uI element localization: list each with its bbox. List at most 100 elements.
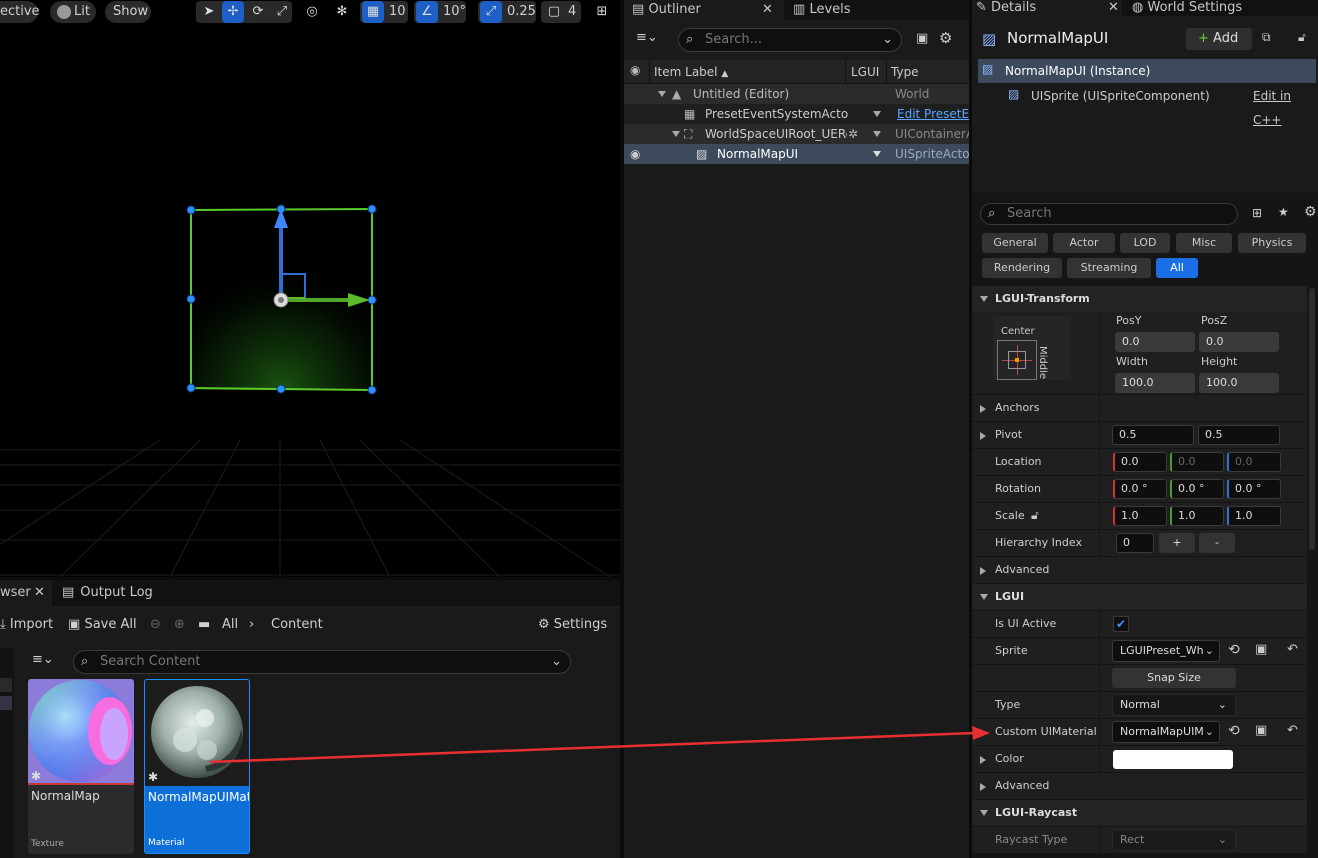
column-item-label[interactable]: Item Label ▲ xyxy=(654,60,728,86)
history-back-icon[interactable]: ⊖ xyxy=(150,610,161,640)
posz-field[interactable]: 0.0 xyxy=(1199,332,1279,352)
details-scrollbar[interactable] xyxy=(1309,288,1315,550)
outliner-row-world[interactable]: ▲ Untitled (Editor) World xyxy=(624,84,969,104)
column-lgui[interactable]: LGUI xyxy=(851,60,879,84)
filter-lod[interactable]: LOD xyxy=(1120,233,1170,253)
rotate-mode-icon[interactable]: ⟳ xyxy=(247,1,269,23)
show-button[interactable]: Show xyxy=(105,1,151,23)
add-component-button[interactable]: + Add xyxy=(1186,28,1252,50)
asset-tile-normalmap[interactable]: ✱ NormalMap Texture xyxy=(28,679,134,854)
gear-icon[interactable]: ⚙ xyxy=(1304,204,1317,220)
breadcrumb-content[interactable]: Content xyxy=(271,610,323,640)
rotation-y-field[interactable]: 0.0 ° xyxy=(1170,479,1224,499)
section-lgui[interactable]: LGUI xyxy=(972,584,1307,610)
snap-size-button[interactable]: Snap Size xyxy=(1112,668,1236,688)
scale-mode-icon[interactable]: ⤢ xyxy=(271,1,293,23)
reset-to-default-icon[interactable]: ↶ xyxy=(1287,723,1298,738)
camera-speed-icon[interactable]: ▢ xyxy=(543,1,565,23)
viewport-layout-icon[interactable]: ⊞ xyxy=(591,1,613,23)
rotation-snap-value[interactable]: 10° xyxy=(443,1,466,23)
folder-icon[interactable]: ▬ xyxy=(198,610,210,640)
outliner-row-worldspace-ui-root[interactable]: ⛶ WorldSpaceUIRoot_UERe ✲ UIContainerA xyxy=(624,124,969,144)
history-forward-icon[interactable]: ⊕ xyxy=(174,610,185,640)
close-tab-icon[interactable]: ✕ xyxy=(762,0,773,20)
filter-all[interactable]: All xyxy=(1156,258,1198,278)
filter-rendering[interactable]: Rendering xyxy=(982,258,1062,278)
edit-in-cpp-link[interactable]: Edit in C++ xyxy=(1253,84,1316,132)
scale-snap-value[interactable]: 0.25 xyxy=(507,1,536,23)
hierarchy-index-field[interactable]: 0 xyxy=(1116,533,1154,553)
rotation-snap-icon[interactable]: ∠ xyxy=(416,1,438,23)
breadcrumb-all[interactable]: All xyxy=(222,610,238,640)
hierarchy-increment-button[interactable]: + xyxy=(1159,533,1195,553)
filter-physics[interactable]: Physics xyxy=(1238,233,1306,253)
location-z-field[interactable]: 0.0 xyxy=(1227,452,1281,472)
content-search-input[interactable]: ⌕ Search Content ⌄ xyxy=(73,650,571,674)
scale-snap-icon[interactable]: ⤢ xyxy=(480,1,502,23)
row-lgui-advanced[interactable]: Advanced xyxy=(972,772,1307,799)
component-row-uisprite[interactable]: ▨ UISprite (UISpriteComponent) Edit in C… xyxy=(978,84,1316,127)
pivot-x-field[interactable]: 0.5 xyxy=(1112,425,1194,445)
filter-icon[interactable]: ≡⌄ xyxy=(636,30,658,45)
filter-general[interactable]: General xyxy=(982,233,1048,253)
row-anchors[interactable]: Anchors xyxy=(972,394,1307,421)
camera-speed-value[interactable]: 4 xyxy=(568,1,576,23)
reset-to-default-icon[interactable]: ↶ xyxy=(1287,642,1298,657)
tab-outliner[interactable]: ▤ Outliner xyxy=(624,0,784,20)
row-transform-advanced[interactable]: Advanced xyxy=(972,556,1307,583)
visibility-eye-icon[interactable]: ◉ xyxy=(630,144,640,164)
grid-view-icon[interactable]: ⊞ xyxy=(1252,206,1262,220)
rotation-x-field[interactable]: 0.0 ° xyxy=(1113,479,1167,499)
close-tab-icon[interactable]: ✕ xyxy=(1108,0,1119,16)
rotation-z-field[interactable]: 0.0 ° xyxy=(1227,479,1281,499)
close-tab-icon[interactable]: ✕ xyxy=(34,580,46,606)
lit-button[interactable]: Lit xyxy=(50,1,96,23)
outliner-search-input[interactable]: ⌕ Search... ⌄ xyxy=(678,28,902,52)
tab-details[interactable]: ✎ Details xyxy=(972,0,1122,16)
section-lgui-transform[interactable]: LGUI-Transform xyxy=(972,286,1307,312)
surface-snap-icon[interactable]: ✻ xyxy=(331,1,353,23)
pivot-y-field[interactable]: 0.5 xyxy=(1198,425,1280,445)
use-selected-asset-icon[interactable]: ▣ xyxy=(1255,723,1267,738)
location-y-field[interactable]: 0.0 xyxy=(1170,452,1224,472)
blueprint-icon[interactable]: ⧉ xyxy=(1262,30,1271,45)
filter-streaming[interactable]: Streaming xyxy=(1067,258,1151,278)
filter-actor[interactable]: Actor xyxy=(1053,233,1115,253)
level-viewport[interactable]: ective Lit Show ➤ ✢ ⟳ ⤢ ◎ ✻ ▦ 10 ∠ 10° ⤢… xyxy=(0,0,620,577)
section-lgui-raycast[interactable]: LGUI-Raycast xyxy=(972,800,1307,826)
sprite-asset-picker[interactable]: LGUIPreset_Wh ⌄ xyxy=(1112,640,1220,662)
edit-preset-link[interactable]: Edit PresetE xyxy=(897,104,969,124)
browse-to-asset-icon[interactable]: ⟲ xyxy=(1228,642,1240,658)
location-x-field[interactable]: 0.0 xyxy=(1113,452,1167,472)
height-field[interactable]: 100.0 xyxy=(1199,373,1279,393)
is-ui-active-checkbox[interactable]: ✔ xyxy=(1113,616,1129,632)
asset-tile-normalmapuimat[interactable]: ✱ NormalMapUIMat Material xyxy=(144,679,250,854)
settings-button[interactable]: ⚙ Settings xyxy=(538,610,607,640)
grid-snap-value[interactable]: 10 xyxy=(389,1,406,23)
browse-to-asset-icon[interactable]: ⟲ xyxy=(1228,723,1240,739)
perspective-button[interactable]: ective xyxy=(0,1,40,23)
color-swatch[interactable] xyxy=(1113,750,1233,769)
posy-field[interactable]: 0.0 xyxy=(1115,332,1195,352)
width-field[interactable]: 100.0 xyxy=(1115,373,1195,393)
raycast-type-dropdown[interactable]: Rect ⌄ xyxy=(1112,829,1236,851)
scale-z-field[interactable]: 1.0 xyxy=(1227,506,1281,526)
translate-mode-icon[interactable]: ✢ xyxy=(222,1,244,23)
save-all-button[interactable]: ▣ Save All xyxy=(68,610,137,640)
grid-snap-icon[interactable]: ▦ xyxy=(362,1,384,23)
anchor-preset-widget[interactable]: Center Middle xyxy=(993,316,1071,380)
use-selected-asset-icon[interactable]: ▣ xyxy=(1255,642,1267,657)
type-dropdown[interactable]: Normal ⌄ xyxy=(1112,694,1236,716)
world-space-icon[interactable]: ◎ xyxy=(301,1,323,23)
filter-icon[interactable]: ≡⌄ xyxy=(32,646,54,674)
filter-misc[interactable]: Misc xyxy=(1176,233,1232,253)
select-mode-icon[interactable]: ➤ xyxy=(198,1,220,23)
add-folder-icon[interactable]: ▣ xyxy=(916,31,928,46)
gear-icon[interactable]: ⚙ xyxy=(939,29,952,47)
column-type[interactable]: Type xyxy=(891,60,919,84)
import-button[interactable]: ⤓ Import xyxy=(0,610,53,640)
scale-x-field[interactable]: 1.0 xyxy=(1113,506,1167,526)
scale-lock-icon[interactable]: 🔓︎ xyxy=(1031,508,1039,523)
tab-output-log[interactable]: ▤ Output Log xyxy=(62,580,162,606)
lock-icon[interactable]: 🔓︎ xyxy=(1298,30,1306,45)
